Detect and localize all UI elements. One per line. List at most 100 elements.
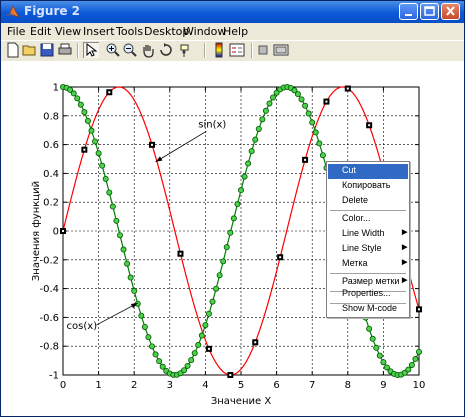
cos-marker[interactable]: [205, 310, 212, 317]
edit-plot-arrow-icon[interactable]: [83, 42, 99, 58]
cos-marker[interactable]: [309, 119, 316, 126]
cos-marker[interactable]: [294, 91, 301, 98]
cos-marker[interactable]: [216, 272, 223, 279]
menu-item-cut[interactable]: Cut: [328, 164, 408, 179]
data-cursor-icon[interactable]: [178, 42, 194, 58]
menu-item-show-m-code[interactable]: Show M-code: [328, 302, 408, 317]
annotation-label[interactable]: sin(x): [198, 119, 226, 130]
cos-marker[interactable]: [255, 125, 262, 132]
menu-tools[interactable]: Tools: [116, 25, 143, 38]
cos-marker[interactable]: [366, 325, 373, 332]
cos-marker[interactable]: [369, 335, 376, 342]
menu-insert[interactable]: Insert: [83, 25, 115, 38]
cos-marker[interactable]: [181, 367, 188, 374]
cos-marker[interactable]: [148, 343, 155, 350]
cos-marker[interactable]: [259, 116, 266, 123]
cos-marker[interactable]: [84, 117, 91, 124]
cos-marker[interactable]: [316, 140, 323, 147]
menu-view[interactable]: View: [55, 25, 81, 38]
menu-item-line-style[interactable]: Line Style ▶: [328, 242, 408, 257]
cos-marker[interactable]: [92, 138, 99, 145]
save-icon[interactable]: [39, 42, 55, 58]
cos-marker[interactable]: [113, 217, 120, 224]
menu-item-properties[interactable]: Properties...: [328, 287, 408, 302]
cos-marker[interactable]: [415, 348, 422, 355]
menu-edit[interactable]: Edit: [30, 25, 51, 38]
cos-marker[interactable]: [213, 285, 220, 292]
cos-marker[interactable]: [152, 351, 159, 358]
cos-marker[interactable]: [262, 107, 269, 114]
annotations[interactable]: sin(x) cos(x): [67, 119, 227, 332]
cos-marker[interactable]: [373, 344, 380, 351]
open-file-icon[interactable]: [22, 42, 38, 58]
cos-marker[interactable]: [266, 100, 273, 107]
cos-marker[interactable]: [131, 287, 138, 294]
insert-colorbar-icon[interactable]: [211, 42, 227, 58]
maximize-button[interactable]: [420, 3, 439, 20]
cos-marker[interactable]: [230, 215, 237, 222]
cos-marker[interactable]: [234, 201, 241, 208]
cos-marker[interactable]: [116, 232, 123, 239]
cos-marker[interactable]: [145, 334, 152, 341]
cos-marker[interactable]: [99, 162, 106, 169]
cos-marker[interactable]: [408, 361, 415, 368]
cos-marker[interactable]: [138, 312, 145, 319]
cos-marker[interactable]: [124, 260, 131, 267]
cos-marker[interactable]: [237, 187, 244, 194]
cos-marker[interactable]: [298, 96, 305, 103]
cos-marker[interactable]: [376, 352, 383, 359]
menu-item-color[interactable]: Color...: [328, 212, 408, 227]
cos-marker[interactable]: [248, 148, 255, 155]
cos-marker[interactable]: [202, 322, 209, 329]
cos-marker[interactable]: [252, 136, 259, 143]
pan-hand-icon[interactable]: [140, 42, 156, 58]
cos-marker[interactable]: [195, 341, 202, 348]
cos-marker[interactable]: [227, 229, 234, 236]
cos-marker[interactable]: [77, 101, 84, 108]
menu-file[interactable]: File: [7, 25, 25, 38]
cos-marker[interactable]: [220, 258, 227, 265]
print-icon[interactable]: [57, 42, 73, 58]
cos-marker[interactable]: [156, 358, 163, 365]
cos-marker[interactable]: [127, 274, 134, 281]
cos-marker[interactable]: [106, 189, 113, 196]
cos-marker[interactable]: [312, 129, 319, 136]
cos-marker[interactable]: [302, 102, 309, 109]
cos-marker[interactable]: [184, 362, 191, 369]
cos-marker[interactable]: [319, 152, 326, 159]
cos-marker[interactable]: [405, 366, 412, 373]
menu-item-copy[interactable]: Копировать: [328, 179, 408, 194]
menu-item-marker[interactable]: Метка ▶: [328, 257, 408, 272]
new-figure-icon[interactable]: [5, 42, 21, 58]
cos-marker[interactable]: [74, 95, 81, 102]
cos-marker[interactable]: [88, 127, 95, 134]
annotation-label[interactable]: cos(x): [67, 321, 98, 332]
show-plot-tools-icon[interactable]: [273, 42, 289, 58]
cos-marker[interactable]: [141, 323, 148, 330]
menu-help[interactable]: Help: [223, 25, 248, 38]
menu-item-line-width[interactable]: Line Width ▶: [328, 227, 408, 242]
cos-marker[interactable]: [95, 150, 102, 157]
hide-plot-tools-icon[interactable]: [255, 42, 271, 58]
menu-item-delete[interactable]: Delete: [328, 194, 408, 209]
zoom-in-icon[interactable]: [105, 42, 121, 58]
cos-marker[interactable]: [109, 203, 116, 210]
minimize-button[interactable]: [399, 3, 418, 20]
cos-marker[interactable]: [412, 356, 419, 363]
cos-marker[interactable]: [241, 173, 248, 180]
insert-legend-icon[interactable]: [229, 42, 245, 58]
cos-marker[interactable]: [81, 109, 88, 116]
rotate-3d-icon[interactable]: [158, 42, 174, 58]
cos-marker[interactable]: [270, 94, 277, 101]
cos-marker[interactable]: [191, 350, 198, 357]
cos-marker[interactable]: [305, 110, 312, 117]
cos-marker[interactable]: [209, 298, 216, 305]
cos-marker[interactable]: [102, 175, 109, 182]
cos-marker[interactable]: [245, 160, 252, 167]
close-button[interactable]: [441, 3, 460, 20]
cos-marker[interactable]: [198, 332, 205, 339]
cos-marker[interactable]: [120, 246, 127, 253]
cos-marker[interactable]: [380, 359, 387, 366]
zoom-out-icon[interactable]: [122, 42, 138, 58]
cos-marker[interactable]: [70, 90, 77, 97]
